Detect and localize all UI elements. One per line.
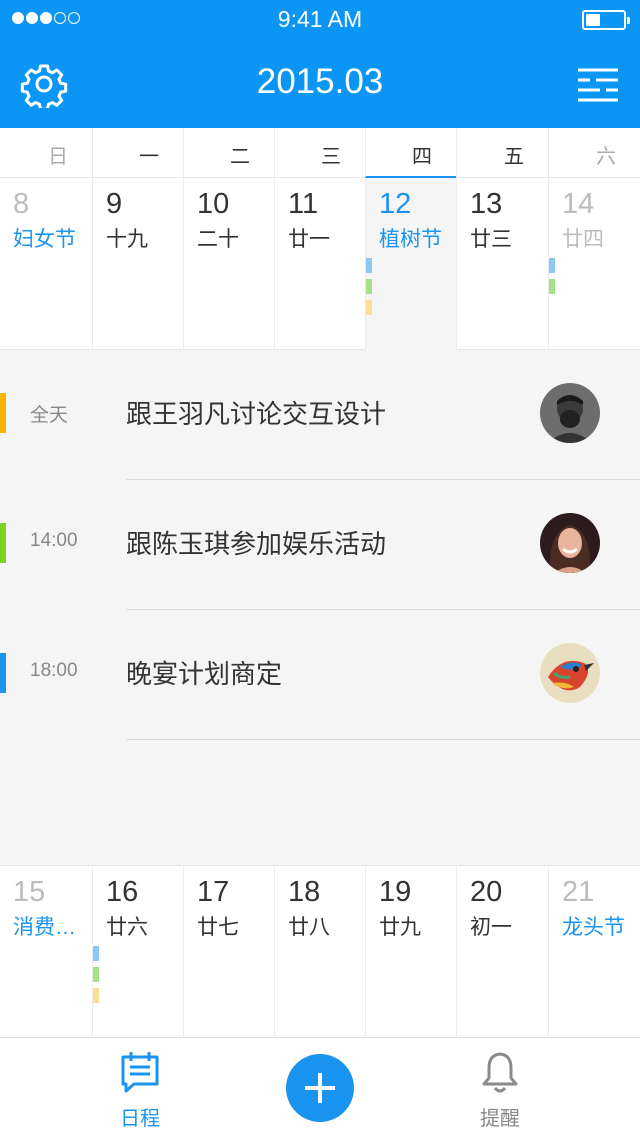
status-bar: 9:41 AM xyxy=(0,0,640,40)
avatar-smiling-woman xyxy=(540,513,600,573)
event-time: 全天 xyxy=(30,405,69,426)
event-title: 跟王羽凡讨论交互设计 xyxy=(126,399,387,429)
tab-reminder-label: 提醒 xyxy=(480,1108,520,1130)
tab-schedule[interactable]: 日程 xyxy=(40,1038,240,1136)
day-cell[interactable]: 19 廿九 xyxy=(365,866,456,1038)
lunar-date: 廿四 xyxy=(562,228,604,251)
day-cell[interactable]: 13 廿三 xyxy=(456,178,548,350)
day-cell[interactable]: 10 二十 xyxy=(183,178,274,350)
event-item[interactable]: 全天 跟王羽凡讨论交互设计 xyxy=(0,350,640,480)
lunar-date: 消费… xyxy=(13,916,76,939)
lunar-date: 廿六 xyxy=(106,916,148,939)
event-markers xyxy=(366,258,372,315)
lunar-date: 廿三 xyxy=(470,228,512,251)
divider xyxy=(126,739,640,740)
status-time: 9:41 AM xyxy=(277,6,363,32)
event-title: 跟陈玉琪参加娱乐活动 xyxy=(126,529,387,559)
day-cell[interactable]: 18 廿八 xyxy=(274,866,365,1038)
day-number: 17 xyxy=(197,876,230,908)
event-color-bar xyxy=(0,523,6,563)
avatar-colorful-bird xyxy=(540,643,600,703)
day-cell[interactable]: 21 龙头节 xyxy=(548,866,640,1038)
bell-icon xyxy=(482,1052,518,1093)
month-title[interactable]: 2015.03 xyxy=(0,62,640,102)
day-number: 10 xyxy=(197,188,230,220)
event-color-bar xyxy=(0,653,6,693)
day-cell[interactable]: 15 消费… xyxy=(0,866,92,1038)
header: 2015.03 xyxy=(0,40,640,128)
lunar-date: 龙头节 xyxy=(562,916,625,939)
day-cell[interactable]: 8 妇女节 xyxy=(0,178,92,350)
day-number: 16 xyxy=(106,876,139,908)
day-cell[interactable]: 17 廿七 xyxy=(183,866,274,1038)
day-cell[interactable]: 11 廿一 xyxy=(274,178,365,350)
event-markers xyxy=(93,946,99,1003)
weekday-tue: 二 xyxy=(183,128,274,178)
battery-icon xyxy=(582,10,630,30)
week-row-2: 15 消费… 16 廿六 17 廿七 18 廿八 19 廿九 20 初一 21 … xyxy=(0,865,640,1038)
day-number: 8 xyxy=(13,188,30,220)
day-cell[interactable]: 9 十九 xyxy=(92,178,183,350)
event-time: 18:00 xyxy=(30,660,78,681)
day-number: 13 xyxy=(470,188,503,220)
event-item[interactable]: 14:00 跟陈玉琪参加娱乐活动 xyxy=(0,480,640,610)
day-cell-selected[interactable]: 12 植树节 xyxy=(365,178,456,351)
lunar-date: 二十 xyxy=(197,228,239,251)
avatar-bearded-man xyxy=(540,383,600,443)
week-row-1: 8 妇女节 9 十九 10 二十 11 廿一 12 植树节 13 廿三 14 廿… xyxy=(0,178,640,351)
plus-icon xyxy=(305,1073,335,1103)
weekday-fri: 五 xyxy=(456,128,548,178)
calendar-list-icon xyxy=(121,1052,159,1093)
lunar-date: 初一 xyxy=(470,916,512,939)
lunar-date: 十九 xyxy=(106,228,148,251)
day-number: 20 xyxy=(470,876,503,908)
day-number: 12 xyxy=(379,188,412,220)
weekday-sun: 日 xyxy=(48,146,68,168)
event-color-bar xyxy=(0,393,6,433)
lunar-date: 廿一 xyxy=(288,228,330,251)
weekday-mon: 一 xyxy=(92,128,183,178)
filter-list-icon[interactable] xyxy=(576,64,620,104)
event-markers xyxy=(549,258,555,294)
day-number: 15 xyxy=(13,876,46,908)
lunar-date: 廿九 xyxy=(379,916,421,939)
day-cell[interactable]: 14 廿四 xyxy=(548,178,640,350)
day-cell[interactable]: 20 初一 xyxy=(456,866,548,1038)
lunar-date: 妇女节 xyxy=(13,228,76,251)
weekday-sat: 六 xyxy=(548,128,640,178)
event-title: 晚宴计划商定 xyxy=(126,659,283,689)
lunar-date: 廿七 xyxy=(197,916,239,939)
tab-bar: 日程 提醒 xyxy=(0,1037,640,1136)
event-item[interactable]: 18:00 晚宴计划商定 xyxy=(0,610,640,740)
day-number: 14 xyxy=(562,188,595,220)
lunar-date: 廿八 xyxy=(288,916,330,939)
day-number: 19 xyxy=(379,876,412,908)
day-number: 18 xyxy=(288,876,321,908)
day-number: 9 xyxy=(106,188,123,220)
add-event-button[interactable] xyxy=(286,1054,354,1122)
weekday-header: 日 一 二 三 四 五 六 xyxy=(0,128,640,178)
day-cell[interactable]: 16 廿六 xyxy=(92,866,183,1038)
day-number: 11 xyxy=(288,188,319,220)
tab-reminder[interactable]: 提醒 xyxy=(400,1038,600,1136)
weekday-thu: 四 xyxy=(365,128,456,178)
lunar-date: 植树节 xyxy=(379,228,442,251)
event-time: 14:00 xyxy=(30,530,78,551)
day-number: 21 xyxy=(562,876,595,908)
weekday-wed: 三 xyxy=(274,128,365,178)
tab-schedule-label: 日程 xyxy=(120,1108,160,1130)
